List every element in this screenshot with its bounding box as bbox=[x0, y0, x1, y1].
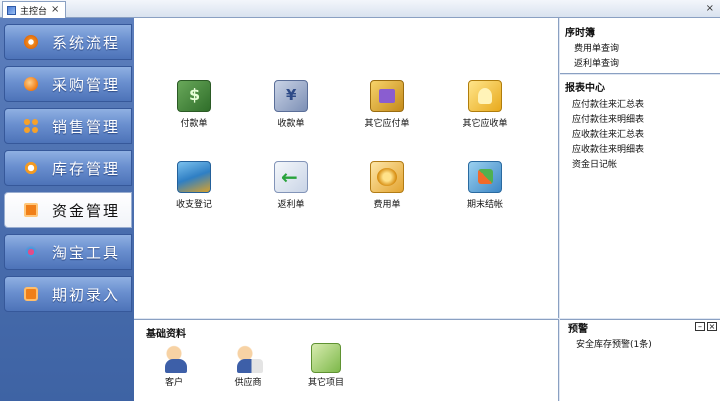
other-receivable-icon bbox=[468, 80, 502, 112]
tile-customer[interactable]: 客户 bbox=[134, 343, 214, 393]
other-items-icon bbox=[311, 343, 341, 373]
link-rebate-query[interactable]: 返利单查询 bbox=[574, 56, 619, 69]
tile-label: 其它应收单 bbox=[462, 119, 508, 129]
sidebar-item-label: 淘宝工具 bbox=[52, 243, 121, 262]
tile-label: 返利单 bbox=[277, 200, 305, 210]
sidebar-item-label: 销售管理 bbox=[52, 117, 121, 136]
report-center-title: 报表中心 bbox=[565, 83, 605, 94]
tile-other-items[interactable]: 其它项目 bbox=[286, 343, 366, 393]
tab-label: 主控台 bbox=[20, 6, 48, 17]
link-receivable-summary[interactable]: 应收款往来汇总表 bbox=[572, 127, 644, 140]
minimize-icon[interactable]: – bbox=[695, 322, 705, 331]
inventory-icon bbox=[24, 161, 38, 175]
tile-label: 期末结帐 bbox=[466, 200, 503, 210]
customer-icon bbox=[159, 343, 189, 373]
warning-title: 预警 bbox=[568, 324, 588, 335]
funds-function-panel: 付款单 收款单 其它应付单 其它应收单 收支登记 返利单 费用单 期末结帐 bbox=[134, 18, 559, 318]
receipt-voucher-icon bbox=[274, 80, 308, 112]
opening-entry-icon bbox=[24, 287, 38, 301]
sidebar-item-taobao[interactable]: 淘宝工具 bbox=[4, 234, 132, 270]
tile-label: 其它项目 bbox=[307, 378, 344, 388]
sidebar-item-label: 采购管理 bbox=[52, 75, 121, 94]
sidebar-item-purchase[interactable]: 采购管理 bbox=[4, 66, 132, 102]
tile-payment-voucher[interactable]: 付款单 bbox=[154, 80, 234, 130]
link-expense-query[interactable]: 费用单查询 bbox=[574, 41, 619, 54]
close-icon[interactable]: × bbox=[51, 5, 59, 15]
report-center-panel: 报表中心 应付款往来汇总表 应付款往来明细表 应收款往来汇总表 应收款往来明细表… bbox=[560, 75, 720, 318]
sidebar-item-label: 期初录入 bbox=[52, 285, 121, 304]
supplier-icon bbox=[233, 343, 263, 373]
link-safety-stock-warning[interactable]: 安全库存预警(1条) bbox=[576, 337, 652, 350]
tile-label: 供应商 bbox=[234, 378, 262, 388]
payment-voucher-icon bbox=[177, 80, 211, 112]
tile-period-closing[interactable]: 期末结帐 bbox=[445, 161, 525, 211]
link-payable-detail[interactable]: 应付款往来明细表 bbox=[572, 112, 644, 125]
tile-label: 费用单 bbox=[373, 200, 401, 210]
sidebar: 系统流程 采购管理 销售管理 库存管理 资金管理 淘宝工具 期初录入 bbox=[0, 18, 134, 401]
close-all-icon[interactable]: × bbox=[706, 3, 714, 14]
rebate-voucher-icon bbox=[274, 161, 308, 193]
sidebar-item-label: 资金管理 bbox=[52, 201, 121, 220]
tile-receipt-voucher[interactable]: 收款单 bbox=[251, 80, 331, 130]
tile-rebate-voucher[interactable]: 返利单 bbox=[251, 161, 331, 211]
tile-supplier[interactable]: 供应商 bbox=[208, 343, 288, 393]
warning-panel: 预警 – × 安全库存预警(1条) bbox=[560, 319, 720, 401]
tile-label: 收支登记 bbox=[175, 200, 212, 210]
tile-income-expense-ledger[interactable]: 收支登记 bbox=[154, 161, 234, 211]
sidebar-item-system-flow[interactable]: 系统流程 bbox=[4, 24, 132, 60]
funds-icon bbox=[24, 203, 38, 217]
tile-label: 其它应付单 bbox=[364, 119, 410, 129]
console-icon bbox=[7, 5, 16, 15]
tile-expense-voucher[interactable]: 费用单 bbox=[347, 161, 427, 211]
period-closing-icon bbox=[468, 161, 502, 193]
basic-data-title: 基础资料 bbox=[146, 329, 186, 340]
tile-label: 收款单 bbox=[277, 119, 305, 129]
sidebar-item-funds[interactable]: 资金管理 bbox=[4, 192, 132, 228]
sidebar-item-sales[interactable]: 销售管理 bbox=[4, 108, 132, 144]
purchase-icon bbox=[24, 77, 38, 91]
link-cash-journal[interactable]: 资金日记帐 bbox=[572, 157, 617, 170]
tab-bar: 主控台 × × bbox=[0, 0, 720, 18]
sequence-book-title: 序时簿 bbox=[565, 28, 595, 39]
sidebar-item-label: 库存管理 bbox=[52, 159, 121, 178]
link-payable-summary[interactable]: 应付款往来汇总表 bbox=[572, 97, 644, 110]
taobao-icon bbox=[24, 245, 38, 259]
link-receivable-detail[interactable]: 应收款往来明细表 bbox=[572, 142, 644, 155]
tile-other-receivable[interactable]: 其它应收单 bbox=[445, 80, 525, 130]
close-icon[interactable]: × bbox=[707, 322, 717, 331]
sidebar-item-inventory[interactable]: 库存管理 bbox=[4, 150, 132, 186]
sidebar-item-opening-entry[interactable]: 期初录入 bbox=[4, 276, 132, 312]
tile-label: 付款单 bbox=[180, 119, 208, 129]
flow-icon bbox=[24, 35, 38, 49]
sequence-book-panel: 序时簿 费用单查询 返利单查询 bbox=[560, 18, 720, 74]
sidebar-item-label: 系统流程 bbox=[52, 33, 121, 52]
tile-other-payable[interactable]: 其它应付单 bbox=[347, 80, 427, 130]
tile-label: 客户 bbox=[164, 378, 183, 388]
expense-voucher-icon bbox=[370, 161, 404, 193]
basic-data-panel: 基础资料 客户 供应商 其它项目 bbox=[134, 319, 559, 401]
sales-icon bbox=[24, 119, 38, 133]
other-payable-icon bbox=[370, 80, 404, 112]
income-expense-ledger-icon bbox=[177, 161, 211, 193]
tab-main-console[interactable]: 主控台 × bbox=[2, 1, 66, 18]
